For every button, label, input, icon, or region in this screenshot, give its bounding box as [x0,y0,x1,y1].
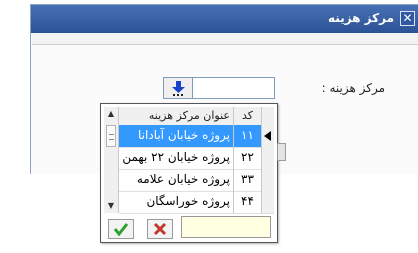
lookup-popup: ▲ ▼ عنوان مرکز هزینه کد پروژه خیابان آبا… [100,103,278,243]
row-indicator-cell [262,147,274,169]
lookup-dropdown-button[interactable] [164,78,193,98]
row-code: ۱۱ [234,125,262,147]
cancel-button[interactable] [147,219,173,239]
row-title: پروژه خیابان علامه [119,169,234,191]
checkmark-icon [113,223,129,237]
scroll-thumb[interactable] [106,125,116,147]
close-button[interactable]: ✕ [400,11,415,26]
cost-center-label: مرکز هزینه : [321,81,385,95]
lookup-grid: ▲ ▼ عنوان مرکز هزینه کد پروژه خیابان آبا… [104,107,274,214]
row-title: پروژه خیابان ۲۲ بهمن [119,147,234,169]
column-header-code[interactable]: کد [234,107,262,125]
scroll-up-icon[interactable]: ▲ [104,107,118,121]
cross-icon [153,222,167,236]
column-header-title[interactable]: عنوان مرکز هزینه [119,107,234,125]
toolbar-strip [32,33,418,45]
row-indicator-cell [262,191,274,213]
side-scroll-handle[interactable] [277,143,286,161]
row-title: پروژه خیابان آبادانا [119,125,234,147]
scroll-down-icon[interactable]: ▼ [104,199,118,213]
header-indicator-cell [262,107,274,125]
search-filter-input[interactable] [181,216,271,238]
row-indicator-cell [262,169,274,191]
row-indicator-cell [262,125,274,147]
table-row[interactable]: پروژه خیابان ۲۲ بهمن ۲۲ [119,147,274,170]
title-bar: ✕ مرکز هزینه [31,5,418,33]
row-code: ۳۳ [234,169,262,191]
close-icon: ✕ [402,11,413,25]
confirm-button[interactable] [108,219,134,239]
row-code: ۲۲ [234,147,262,169]
table-row[interactable]: پروژه خوراسگان ۴۴ [119,191,274,214]
window-title: مرکز هزینه [328,11,394,25]
ellipsis-dots [173,92,183,96]
row-title: پروژه خوراسگان [119,191,234,213]
table-row[interactable]: پروژه خیابان آبادانا ۱۱ [119,125,274,148]
grid-header: عنوان مرکز هزینه کد [119,107,274,126]
current-row-arrow-icon [264,131,271,141]
vertical-scrollbar[interactable]: ▲ ▼ [104,107,119,213]
row-code: ۴۴ [234,191,262,213]
table-row[interactable]: پروژه خیابان علامه ۳۳ [119,169,274,192]
cost-center-code-input[interactable] [163,77,275,99]
